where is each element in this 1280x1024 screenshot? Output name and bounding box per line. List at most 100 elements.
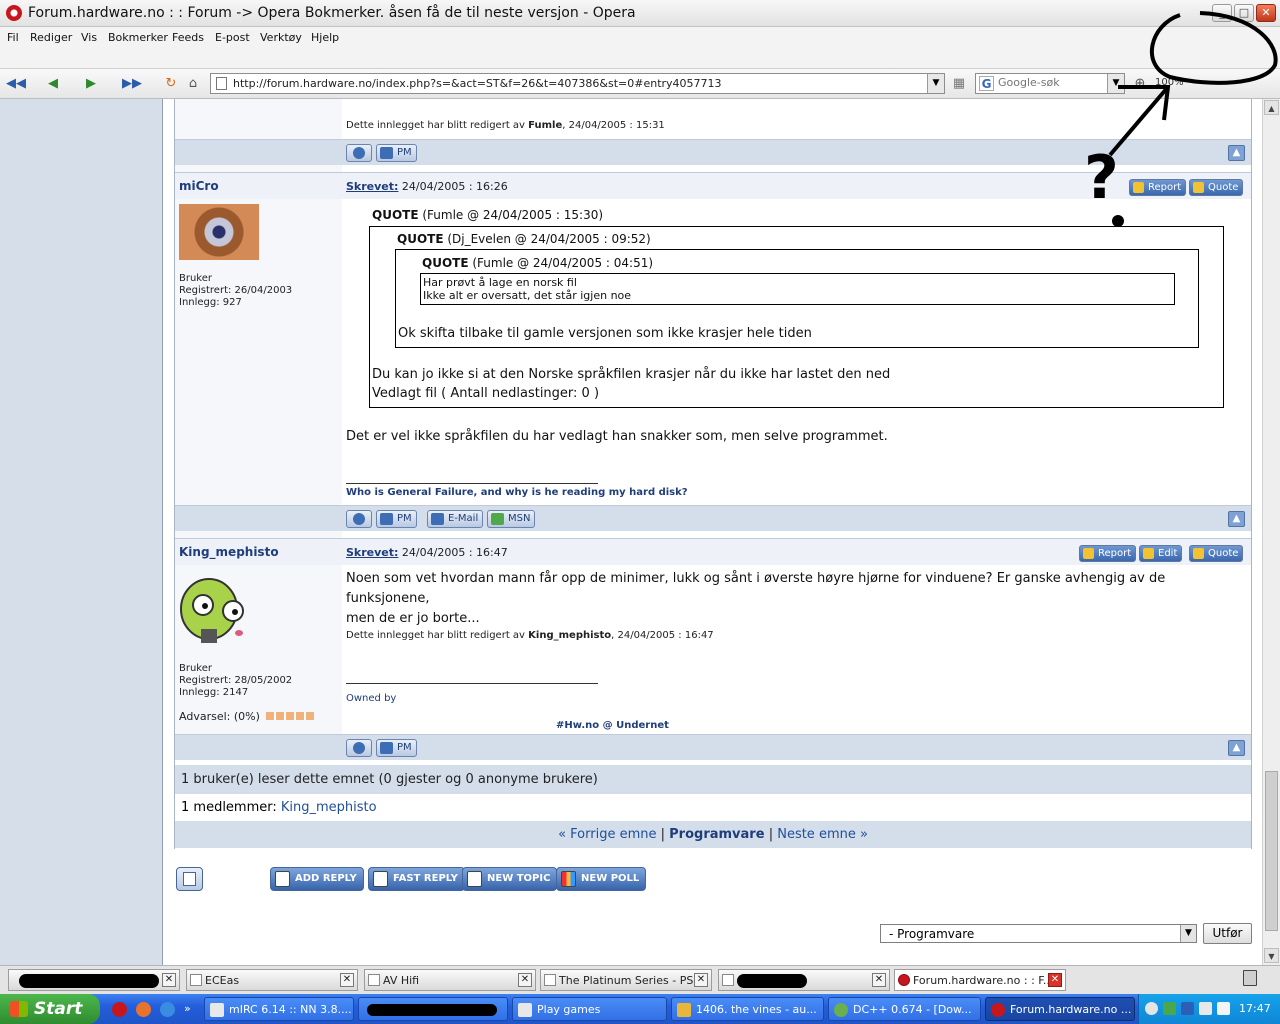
- forum-jump-value: - Programvare: [889, 927, 975, 941]
- king-back-to-top-button[interactable]: ▲: [1228, 740, 1245, 756]
- google-icon[interactable]: G: [979, 76, 994, 91]
- start-button[interactable]: Start: [0, 994, 100, 1024]
- tray-network-icon[interactable]: [1181, 1002, 1194, 1015]
- tab-close-icon[interactable]: ✕: [340, 973, 354, 987]
- task-mirc[interactable]: mIRC 6.14 :: NN 3.8....: [204, 997, 354, 1021]
- forum-link[interactable]: Programvare: [669, 827, 764, 842]
- new-poll-button[interactable]: NEW POLL: [556, 867, 647, 891]
- micro-post-date: Skrevet: 24/04/2005 : 16:26: [346, 180, 508, 193]
- address-dropdown-icon[interactable]: ▼: [927, 74, 944, 93]
- fast-forward-icon[interactable]: ▶▶: [122, 75, 142, 93]
- tab-3[interactable]: AV Hifi ✕: [364, 969, 536, 991]
- panel-icon[interactable]: ▦: [950, 75, 968, 93]
- tab-1[interactable]: ✕: [8, 969, 180, 991]
- quote3-box: Har prøvt å lage en norsk fil Ikke alt e…: [420, 273, 1175, 305]
- micro-pm-button[interactable]: PM: [376, 510, 417, 528]
- king-post-actions: PM ▲: [175, 734, 1251, 760]
- menu-edit[interactable]: Rediger: [30, 31, 72, 44]
- home-icon[interactable]: ⌂: [184, 75, 202, 93]
- previous-topic-link[interactable]: « Forrige emne: [558, 827, 656, 842]
- winamp-icon: [677, 1003, 691, 1017]
- redacted-tab-title: [737, 974, 807, 988]
- king-quote-button[interactable]: Quote: [1189, 545, 1244, 562]
- micro-back-to-top-button[interactable]: ▲: [1228, 511, 1245, 527]
- quicklaunch-firefox-icon[interactable]: [136, 1002, 151, 1017]
- menu-tools[interactable]: Verktøy: [260, 31, 302, 44]
- tray-app-icon[interactable]: [1163, 1002, 1176, 1015]
- tab-active-forum[interactable]: Forum.hardware.no : : F... ✕: [894, 969, 1066, 991]
- king-pm-button[interactable]: PM: [376, 739, 417, 757]
- forum-jump-select[interactable]: - Programvare ▼: [880, 924, 1197, 943]
- king-report-button[interactable]: Report: [1079, 545, 1137, 562]
- tab-2[interactable]: ECEas ✕: [186, 969, 358, 991]
- go-button[interactable]: Utfør: [1203, 923, 1252, 944]
- forward-icon[interactable]: ▶: [82, 75, 100, 93]
- email-icon: [431, 513, 444, 525]
- new-topic-button[interactable]: NEW TOPIC: [462, 867, 558, 891]
- pm-icon: [380, 513, 393, 525]
- profile-icon: [353, 513, 365, 525]
- menu-bookmarks[interactable]: Bokmerker: [108, 31, 168, 44]
- quote3-header: QUOTE (Fumle @ 24/04/2005 : 04:51): [422, 256, 654, 270]
- scroll-thumb[interactable]: [1265, 771, 1278, 931]
- tab-close-icon[interactable]: ✕: [1048, 973, 1062, 987]
- task-redacted[interactable]: [358, 997, 508, 1021]
- scroll-down-icon[interactable]: ▼: [1264, 948, 1279, 963]
- select-dropdown-icon[interactable]: ▼: [1180, 925, 1196, 942]
- redacted-tab-title: [19, 974, 159, 988]
- micro-profile-button[interactable]: [346, 510, 372, 528]
- address-url[interactable]: http://forum.hardware.no/index.php?s=&ac…: [233, 77, 722, 90]
- tab-close-icon[interactable]: ✕: [872, 973, 886, 987]
- next-topic-link[interactable]: Neste emne »: [777, 827, 868, 842]
- king-profile-button[interactable]: [346, 739, 372, 757]
- quote2-box: QUOTE (Fumle @ 24/04/2005 : 04:51) Har p…: [395, 249, 1199, 348]
- tab-close-icon[interactable]: ✕: [162, 973, 176, 987]
- menu-feeds[interactable]: Feeds: [172, 31, 204, 44]
- king-signature-2[interactable]: #Hw.no @ Undernet: [556, 720, 669, 731]
- tab-close-icon[interactable]: ✕: [694, 973, 708, 987]
- task-winamp[interactable]: 1406. the vines - au...: [671, 997, 824, 1021]
- fast-reply-icon: [373, 871, 388, 887]
- tray-mirc-icon[interactable]: [1199, 1002, 1212, 1015]
- task-play-games[interactable]: Play games: [512, 997, 667, 1021]
- tab-close-icon[interactable]: ✕: [518, 973, 532, 987]
- king-edit-button[interactable]: Edit: [1139, 545, 1183, 562]
- edit-icon: [1143, 548, 1154, 559]
- tab-5[interactable]: ✕: [718, 969, 890, 991]
- tab-4[interactable]: The Platinum Series - PS... ✕: [540, 969, 712, 991]
- menu-view[interactable]: Vis: [81, 31, 97, 44]
- tray-mail-icon[interactable]: [1217, 1002, 1230, 1015]
- quicklaunch-opera-icon[interactable]: [112, 1002, 127, 1017]
- quicklaunch-ie-icon[interactable]: [160, 1002, 175, 1017]
- address-field[interactable]: http://forum.hardware.no/index.php?s=&ac…: [210, 73, 945, 94]
- king-username[interactable]: King_mephisto: [179, 545, 279, 559]
- window-title: Forum.hardware.no : : Forum -> Opera Bok…: [28, 5, 636, 21]
- fast-reply-button[interactable]: FAST REPLY: [368, 867, 465, 891]
- task-dcpp[interactable]: DC++ 0.674 - [Dow...: [828, 997, 981, 1021]
- menu-help[interactable]: Hjelp: [311, 31, 339, 44]
- tray-expand-icon[interactable]: [1145, 1002, 1158, 1015]
- micro-signature: Who is General Failure, and why is he re…: [346, 487, 688, 498]
- king-warning[interactable]: Advarsel: (0%): [179, 711, 315, 723]
- topic-navigation: « Forrige emne | Programvare | Neste emn…: [175, 821, 1251, 848]
- warning-level-bar: [266, 712, 315, 720]
- pm-button[interactable]: PM: [376, 144, 417, 162]
- psb-icon: [544, 974, 556, 986]
- menu-file[interactable]: Fil: [7, 31, 19, 44]
- page-icon: [190, 974, 202, 986]
- topic-options-button[interactable]: [176, 867, 203, 891]
- quicklaunch-more-icon[interactable]: »: [184, 1002, 191, 1015]
- profile-button[interactable]: [346, 144, 372, 162]
- menu-email[interactable]: E-post: [215, 31, 250, 44]
- micro-msn-button[interactable]: MSN: [487, 510, 536, 528]
- pm-icon: [380, 147, 393, 159]
- member-link[interactable]: King_mephisto: [281, 800, 377, 815]
- micro-username[interactable]: miCro: [179, 179, 219, 193]
- add-reply-button[interactable]: ADD REPLY: [270, 867, 364, 891]
- task-opera-forum[interactable]: Forum.hardware.no ...: [985, 997, 1135, 1021]
- rewind-icon[interactable]: ◀◀: [6, 75, 26, 93]
- reload-icon[interactable]: ↻: [162, 75, 180, 93]
- trash-icon[interactable]: [1243, 970, 1257, 986]
- back-icon[interactable]: ◀: [44, 75, 62, 93]
- micro-email-button[interactable]: E-Mail: [427, 510, 484, 528]
